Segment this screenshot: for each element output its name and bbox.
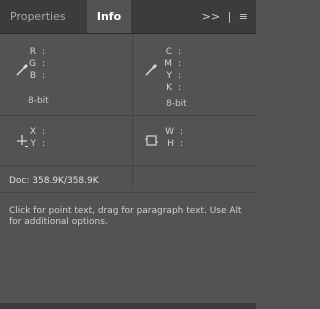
panel-overflow-button[interactable]: >> bbox=[202, 10, 220, 23]
size-label-h: H bbox=[167, 139, 174, 149]
document-size-readout: Doc: 358.9K/358.9K bbox=[9, 176, 99, 186]
tab-properties[interactable]: Properties bbox=[10, 0, 66, 33]
rgb-colon-g: : bbox=[42, 59, 46, 69]
cmyk-colon-y: : bbox=[178, 71, 182, 81]
cmyk-colon-c: : bbox=[178, 47, 182, 57]
rgb-labels: R G B bbox=[24, 46, 36, 82]
tab-actions: >> | ≡ bbox=[198, 0, 248, 33]
rgb-values: : : : bbox=[42, 46, 45, 82]
size-colon-h: : bbox=[180, 139, 184, 149]
position-colon-x: : bbox=[42, 127, 46, 137]
row-divider bbox=[0, 192, 256, 193]
tab-separator: | bbox=[227, 10, 232, 23]
rgb-label-r: R bbox=[29, 47, 36, 57]
cmyk-colon-m: : bbox=[178, 59, 182, 69]
rgb-colon-b: : bbox=[42, 71, 46, 81]
cmyk-label-y: Y bbox=[166, 71, 173, 81]
position-colon-y: : bbox=[42, 139, 46, 149]
cmyk-label-m: M bbox=[164, 59, 172, 69]
tab-bar: Properties Info >> | ≡ bbox=[0, 0, 256, 34]
size-values: : : bbox=[180, 126, 183, 150]
selection-size-icon[interactable] bbox=[145, 134, 159, 148]
cmyk-values: : : : : bbox=[178, 46, 181, 94]
cmyk-eyedropper-icon[interactable] bbox=[145, 62, 159, 76]
row-divider bbox=[0, 115, 256, 116]
rgb-label-g: G bbox=[29, 59, 36, 69]
position-labels: X Y bbox=[24, 126, 36, 150]
rgb-label-b: B bbox=[29, 71, 36, 81]
info-panel: Properties Info >> | ≡ R G B : : : 8-bit… bbox=[0, 0, 256, 309]
rgb-colon-r: : bbox=[42, 47, 46, 57]
size-label-w: W bbox=[165, 127, 174, 137]
cmyk-bit-depth: 8-bit bbox=[166, 99, 187, 109]
position-label-y: Y bbox=[30, 139, 37, 149]
cmyk-label-k: K bbox=[166, 83, 172, 93]
tool-hint-text: Click for point text, drag for paragraph… bbox=[9, 206, 242, 227]
position-label-x: X bbox=[29, 127, 36, 137]
rgb-bit-depth: 8-bit bbox=[28, 96, 49, 106]
position-values: : : bbox=[42, 126, 45, 150]
size-labels: W H bbox=[162, 126, 174, 150]
cmyk-colon-k: : bbox=[178, 83, 182, 93]
panel-bottom-edge bbox=[0, 303, 256, 309]
size-colon-w: : bbox=[180, 127, 184, 137]
panel-menu-icon[interactable]: ≡ bbox=[239, 10, 248, 23]
cmyk-labels: C M Y K bbox=[160, 46, 172, 94]
cmyk-label-c: C bbox=[165, 47, 172, 57]
row-divider bbox=[0, 165, 256, 166]
tab-info[interactable]: Info bbox=[87, 0, 131, 33]
